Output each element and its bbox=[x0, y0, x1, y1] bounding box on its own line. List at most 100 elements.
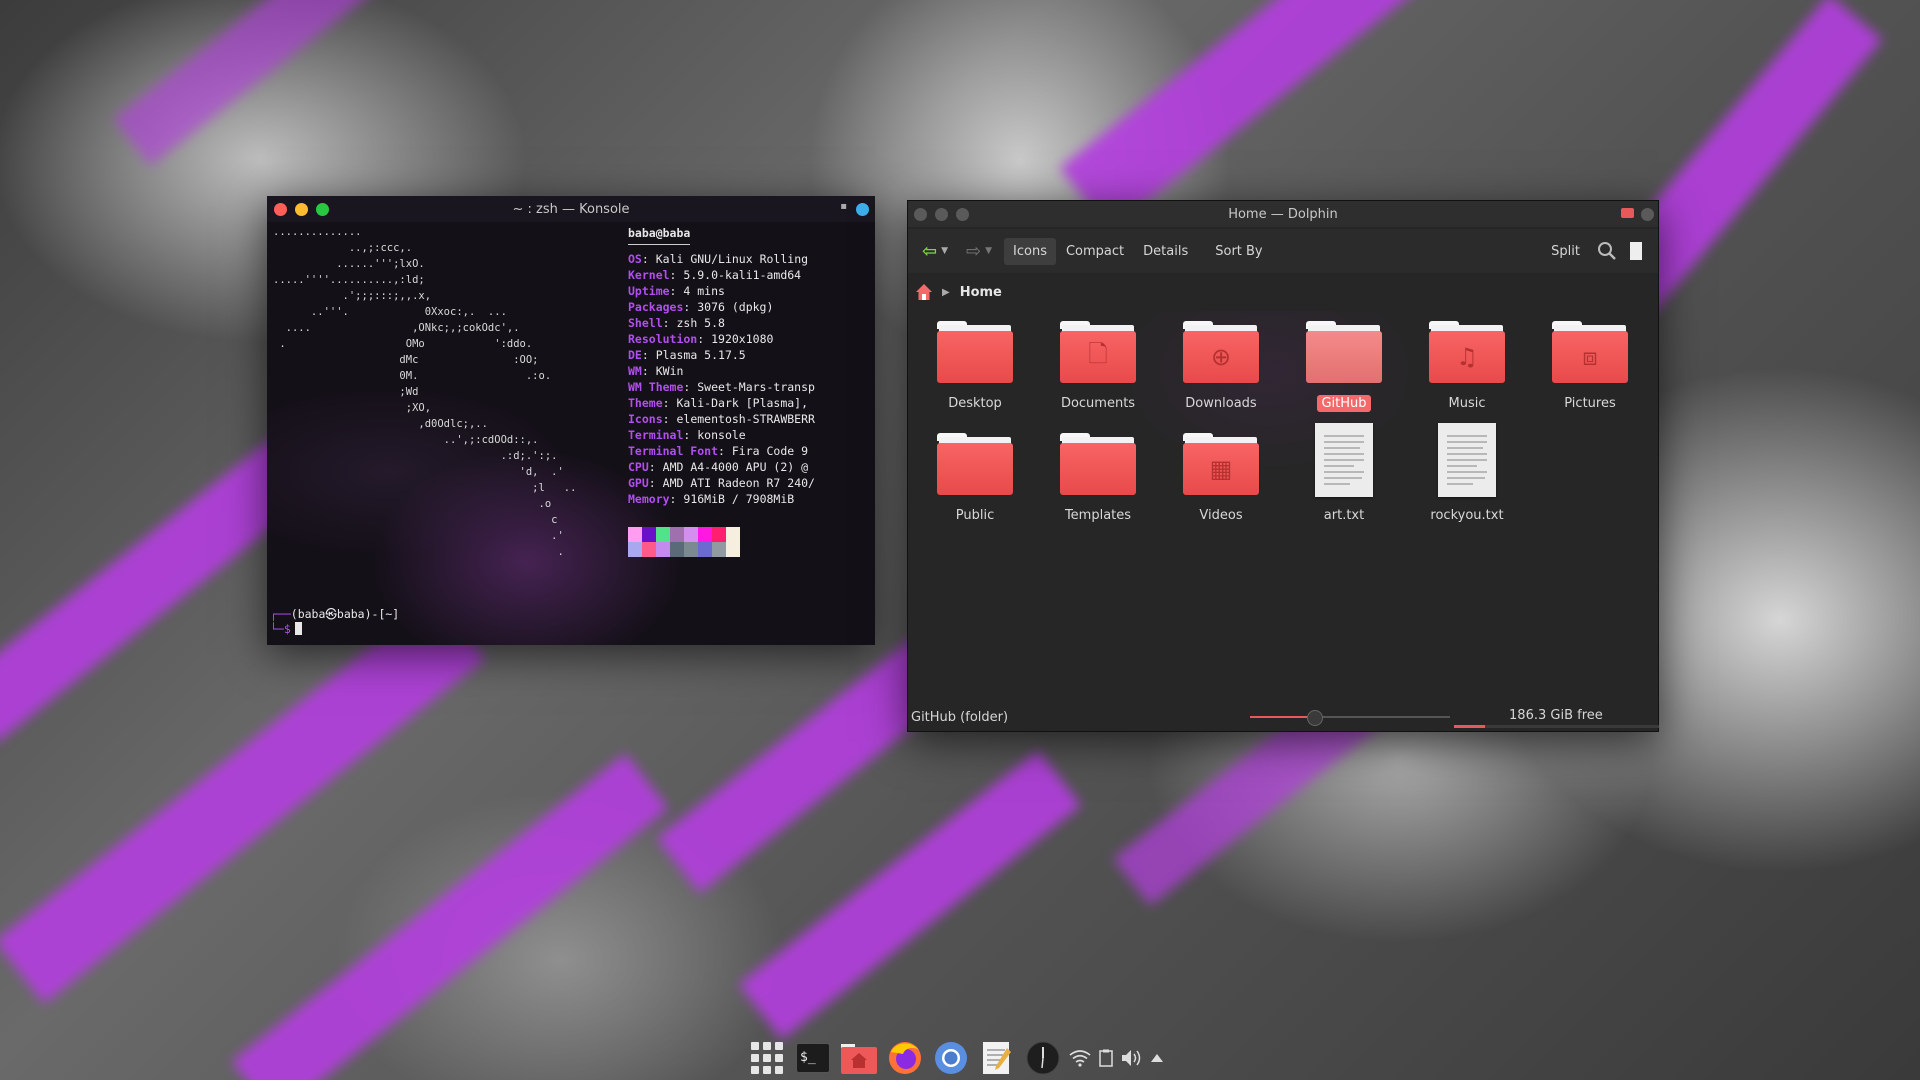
videos-folder-icon: ▦ bbox=[1183, 433, 1259, 497]
color-swatch bbox=[642, 527, 656, 542]
home-icon[interactable] bbox=[914, 282, 934, 302]
chevron-up-icon[interactable] bbox=[1149, 1039, 1165, 1077]
info-row: WM Theme: Sweet-Mars-transp bbox=[628, 380, 815, 394]
split-button[interactable]: Split bbox=[1542, 238, 1589, 265]
breadcrumb-home[interactable]: Home bbox=[960, 285, 1002, 300]
file-item[interactable]: art.txt bbox=[1284, 423, 1404, 524]
folder-item[interactable]: Public bbox=[915, 433, 1035, 524]
folder-icon bbox=[937, 433, 1013, 497]
back-arrow-icon[interactable]: ⇦ bbox=[922, 241, 937, 262]
file-view[interactable]: Desktop 🗋 Documents ⊕ Downloads GitHub ♫… bbox=[908, 311, 1658, 703]
downloads-folder-icon: ⊕ bbox=[1183, 321, 1259, 385]
color-swatch bbox=[656, 527, 670, 542]
terminal-icon[interactable]: $_ bbox=[794, 1039, 832, 1077]
free-space-text: 186.3 GiB free bbox=[1509, 708, 1603, 723]
palette-row-top bbox=[628, 527, 740, 542]
search-icon[interactable] bbox=[1596, 240, 1618, 262]
zoom-slider[interactable] bbox=[1249, 709, 1450, 726]
folder-item[interactable]: Templates bbox=[1038, 433, 1158, 524]
volume-icon[interactable] bbox=[1121, 1039, 1143, 1077]
folder-item[interactable]: Desktop bbox=[915, 321, 1035, 412]
close-icon[interactable] bbox=[274, 203, 287, 216]
color-swatch bbox=[712, 542, 726, 557]
toolbar: ⇦ ▼ ⇨ ▼ Icons Compact Details Sort By Sp… bbox=[908, 229, 1658, 273]
prompt-input[interactable]: └─$ bbox=[270, 622, 302, 636]
free-space-indicator[interactable]: 186.3 GiB free bbox=[1453, 703, 1659, 731]
view-icons-button[interactable]: Icons bbox=[1004, 237, 1056, 265]
folder-item[interactable]: 🗋 Documents bbox=[1038, 321, 1158, 412]
keep-above-icon[interactable] bbox=[856, 203, 869, 216]
chevron-down-icon[interactable]: ▼ bbox=[941, 246, 948, 256]
palette-row-bottom bbox=[628, 542, 740, 557]
firefox-icon[interactable] bbox=[886, 1039, 924, 1077]
text-editor-icon[interactable] bbox=[978, 1039, 1016, 1077]
maximize-icon[interactable] bbox=[316, 203, 329, 216]
info-row: Terminal: konsole bbox=[628, 428, 746, 442]
folder-item[interactable]: ▦ Videos bbox=[1161, 433, 1281, 524]
view-compact-button[interactable]: Compact bbox=[1057, 238, 1133, 265]
view-details-button[interactable]: Details bbox=[1134, 238, 1197, 265]
menu-icon[interactable] bbox=[1630, 242, 1642, 260]
wifi-icon[interactable] bbox=[1069, 1039, 1091, 1077]
folder-icon bbox=[937, 321, 1013, 385]
color-swatch bbox=[670, 527, 684, 542]
color-swatch bbox=[670, 542, 684, 557]
color-swatch bbox=[684, 542, 698, 557]
info-row: Theme: Kali-Dark [Plasma], bbox=[628, 396, 809, 410]
folder-icon bbox=[1306, 321, 1382, 385]
minimize-icon[interactable] bbox=[935, 208, 948, 221]
color-swatch bbox=[698, 542, 712, 557]
folder-icon[interactable] bbox=[1621, 208, 1634, 218]
color-swatch bbox=[628, 527, 642, 542]
slider-handle[interactable] bbox=[1306, 710, 1323, 726]
folder-item[interactable]: ⊕ Downloads bbox=[1161, 321, 1281, 412]
folder-item-selected[interactable]: GitHub bbox=[1284, 321, 1404, 412]
chevron-right-icon[interactable]: ▶ bbox=[942, 287, 950, 298]
clipboard-icon[interactable] bbox=[1097, 1039, 1115, 1077]
konsole-titlebar[interactable]: ~ : zsh — Konsole ▪ bbox=[267, 196, 875, 222]
text-cursor bbox=[294, 622, 302, 635]
info-row: Packages: 3076 (dpkg) bbox=[628, 300, 774, 314]
neofetch-info: OS: Kali GNU/Linux Rolling Kernel: 5.9.0… bbox=[628, 251, 815, 507]
breadcrumb: ▶ Home bbox=[908, 273, 1658, 312]
window-title: Home — Dolphin bbox=[1228, 206, 1338, 222]
maximize-icon[interactable] bbox=[956, 208, 969, 221]
neofetch-user-host: baba@baba bbox=[628, 226, 691, 240]
konsole-window: ~ : zsh — Konsole ▪ .............. ..,;:… bbox=[267, 196, 875, 645]
dolphin-window: Home — Dolphin ⇦ ▼ ⇨ ▼ Icons Compact Det… bbox=[907, 200, 1659, 732]
color-swatch bbox=[726, 527, 740, 542]
prompt-line: ┌──(baba㉿baba)-[~] bbox=[270, 607, 400, 621]
folder-icon bbox=[1060, 433, 1136, 497]
status-text: GitHub (folder) bbox=[911, 709, 1009, 725]
chromium-icon[interactable] bbox=[932, 1039, 970, 1077]
info-row: CPU: AMD A4-4000 APU (2) @ bbox=[628, 460, 809, 474]
dock: $_ bbox=[744, 1037, 1168, 1079]
info-row: Terminal Font: Fira Code 9 bbox=[628, 444, 809, 458]
file-manager-icon[interactable] bbox=[840, 1039, 878, 1077]
forward-arrow-icon[interactable]: ⇨ bbox=[966, 241, 981, 262]
chevron-down-icon[interactable]: ▼ bbox=[985, 246, 992, 256]
close-icon[interactable] bbox=[914, 208, 927, 221]
color-swatch bbox=[698, 527, 712, 542]
color-swatch bbox=[684, 527, 698, 542]
neofetch-separator bbox=[628, 244, 690, 245]
info-row: Resolution: 1920x1080 bbox=[628, 332, 774, 346]
color-swatch bbox=[726, 542, 740, 557]
folder-item[interactable]: ⧈ Pictures bbox=[1530, 321, 1650, 412]
info-row: WM: KWin bbox=[628, 364, 684, 378]
color-swatch bbox=[656, 542, 670, 557]
neofetch-ascii-logo: .............. ..,;:ccc,. ......''';lxO.… bbox=[273, 226, 577, 558]
clock-icon[interactable] bbox=[1024, 1039, 1062, 1077]
info-row: DE: Plasma 5.17.5 bbox=[628, 348, 746, 362]
keep-above-icon[interactable] bbox=[1641, 208, 1654, 221]
info-row: GPU: AMD ATI Radeon R7 240/ bbox=[628, 476, 815, 490]
folder-item[interactable]: ♫ Music bbox=[1407, 321, 1527, 412]
terminal-output[interactable]: .............. ..,;:ccc,. ......''';lxO.… bbox=[267, 222, 875, 645]
terminal-icon[interactable]: ▪ bbox=[840, 201, 847, 212]
sort-by-button[interactable]: Sort By bbox=[1206, 238, 1271, 265]
app-launcher-icon[interactable] bbox=[748, 1039, 786, 1077]
minimize-icon[interactable] bbox=[295, 203, 308, 216]
info-row: Icons: elementosh-STRAWBERR bbox=[628, 412, 815, 426]
file-item[interactable]: rockyou.txt bbox=[1407, 423, 1527, 524]
dolphin-titlebar[interactable]: Home — Dolphin bbox=[908, 201, 1658, 227]
